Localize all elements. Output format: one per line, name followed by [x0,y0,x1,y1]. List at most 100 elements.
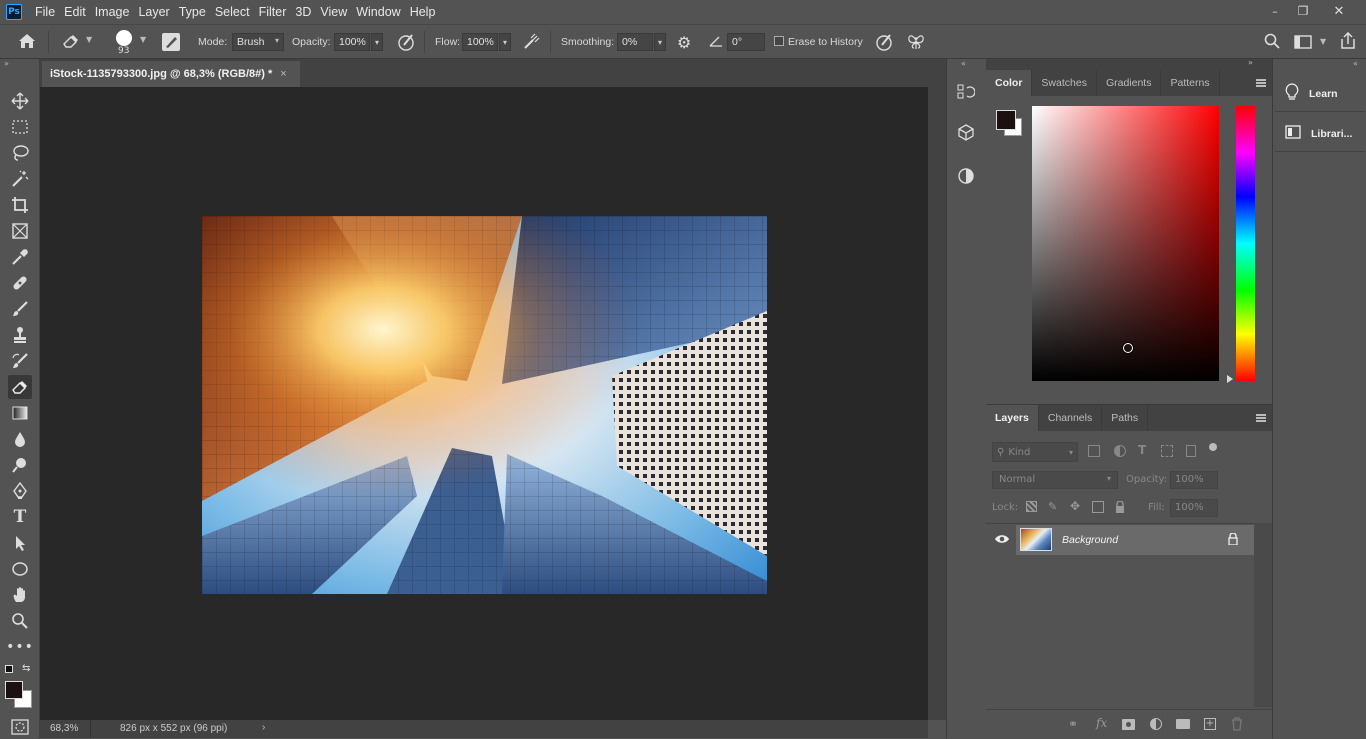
menu-window[interactable]: Window [356,5,400,19]
panel-menu-icon[interactable] [1256,414,1266,422]
menu-select[interactable]: Select [215,5,250,19]
filter-pixel-icon[interactable] [1088,445,1100,457]
opacity-input[interactable]: 100% [334,33,370,51]
menu-file[interactable]: File [35,5,55,19]
new-layer-icon[interactable]: + [1204,718,1216,730]
tab-channels[interactable]: Channels [1039,405,1103,431]
chevron-right-icon[interactable]: › [262,722,265,733]
filter-adjustment-icon[interactable] [1114,445,1126,457]
tab-patterns[interactable]: Patterns [1161,70,1220,96]
collapse-icon[interactable]: « [1353,59,1358,68]
chevron-down-icon[interactable]: ▼ [86,35,92,44]
filter-toggle-icon[interactable] [1209,443,1217,451]
blur-tool-icon[interactable] [8,427,32,451]
default-colors-icon[interactable] [5,665,13,673]
hand-tool-icon[interactable] [8,583,32,607]
path-selection-tool-icon[interactable] [8,531,32,555]
crop-tool-icon[interactable] [8,193,32,217]
move-tool-icon[interactable] [8,89,32,113]
ellipse-tool-icon[interactable] [8,557,32,581]
fx-icon[interactable]: fx [1096,716,1107,730]
smoothing-dropdown[interactable]: ▾ [654,33,666,51]
layer-name[interactable]: Background [1062,534,1118,546]
3d-panel-icon[interactable] [957,123,975,144]
adjustment-layer-icon[interactable] [1150,718,1162,730]
history-panel-icon[interactable] [957,83,976,104]
chevron-down-icon[interactable]: ▼ [140,35,146,44]
clone-stamp-tool-icon[interactable] [8,323,32,347]
foreground-color-swatch[interactable] [996,110,1016,130]
tab-gradients[interactable]: Gradients [1097,70,1162,96]
search-icon[interactable] [1264,33,1280,52]
healing-brush-tool-icon[interactable] [8,271,32,295]
marquee-tool-icon[interactable] [8,115,32,139]
magic-wand-tool-icon[interactable] [8,167,32,191]
chevron-down-icon[interactable]: ▼ [1320,37,1326,46]
zoom-tool-icon[interactable] [8,609,32,633]
flow-dropdown[interactable]: ▾ [499,33,511,51]
menu-filter[interactable]: Filter [259,5,287,19]
hue-slider[interactable] [1236,106,1255,381]
hue-slider-handle[interactable] [1227,375,1233,383]
gear-icon[interactable]: ⚙ [677,33,691,52]
menu-view[interactable]: View [320,5,347,19]
lock-position-icon[interactable]: ✥ [1070,499,1080,513]
menu-type[interactable]: Type [179,5,206,19]
eyedropper-tool-icon[interactable] [8,245,32,269]
canvas-area[interactable] [40,87,928,720]
blend-mode-select[interactable]: Normal ▾ [992,471,1118,489]
libraries-panel-button[interactable]: Librari... [1275,116,1365,152]
layer-opacity-input[interactable]: 100% [1170,471,1218,489]
menu-3d[interactable]: 3D [295,5,311,19]
angle-input[interactable]: 0° [727,33,765,51]
gradient-tool-icon[interactable] [8,401,32,425]
layers-scrollbar[interactable] [1254,523,1272,707]
symmetry-butterfly-icon[interactable] [906,32,926,55]
pen-tool-icon[interactable] [8,479,32,503]
menu-edit[interactable]: Edit [64,5,86,19]
home-icon[interactable] [18,33,36,52]
brush-settings-icon[interactable] [162,33,180,51]
history-brush-tool-icon[interactable] [8,349,32,373]
more-tools-icon[interactable]: ••• [6,635,33,659]
panel-menu-icon[interactable] [1256,79,1266,87]
airbrush-icon[interactable] [522,32,542,55]
lock-pixels-icon[interactable]: ✎ [1048,500,1057,513]
eraser-tool-preset-icon[interactable] [62,34,80,51]
dodge-tool-icon[interactable] [8,453,32,477]
color-field[interactable] [1032,106,1219,381]
tab-swatches[interactable]: Swatches [1032,70,1097,96]
adjustments-panel-icon[interactable] [957,167,975,188]
filter-shape-icon[interactable] [1161,445,1173,457]
close-tab-icon[interactable]: × [280,68,286,80]
type-tool-icon[interactable]: T [8,505,32,529]
document-image[interactable] [202,216,767,594]
vertical-scrollbar[interactable] [928,87,946,720]
erase-to-history-checkbox[interactable] [774,36,784,46]
smoothing-input[interactable]: 0% [617,33,653,51]
frame-tool-icon[interactable] [8,219,32,243]
lock-artboard-icon[interactable] [1092,501,1104,513]
quick-mask-icon[interactable] [11,719,29,738]
fill-input[interactable]: 100% [1170,499,1218,517]
minimize-button[interactable]: – [1260,0,1290,22]
add-mask-icon[interactable] [1122,719,1135,730]
swap-colors-icon[interactable]: ⇆ [22,663,30,674]
layer-filter-select[interactable]: ⚲ Kind ▾ [992,442,1078,462]
visibility-eye-icon[interactable] [994,534,1010,547]
color-picker-cursor[interactable] [1123,343,1133,353]
pressure-opacity-icon[interactable] [396,32,416,55]
flow-input[interactable]: 100% [462,33,498,51]
opacity-dropdown[interactable]: ▾ [371,33,383,51]
collapse-icon[interactable]: » [4,59,9,68]
tab-color[interactable]: Color [986,70,1033,96]
share-icon[interactable] [1340,31,1356,53]
lasso-tool-icon[interactable] [8,141,32,165]
menu-layer[interactable]: Layer [138,5,169,19]
brush-tool-icon[interactable] [8,297,32,321]
filter-type-icon[interactable]: T [1138,443,1146,457]
close-button[interactable]: ✕ [1324,0,1354,22]
foreground-color-swatch[interactable] [5,681,23,699]
lock-all-icon[interactable] [1115,500,1125,513]
mode-select[interactable]: Brush ▾ [232,33,284,51]
